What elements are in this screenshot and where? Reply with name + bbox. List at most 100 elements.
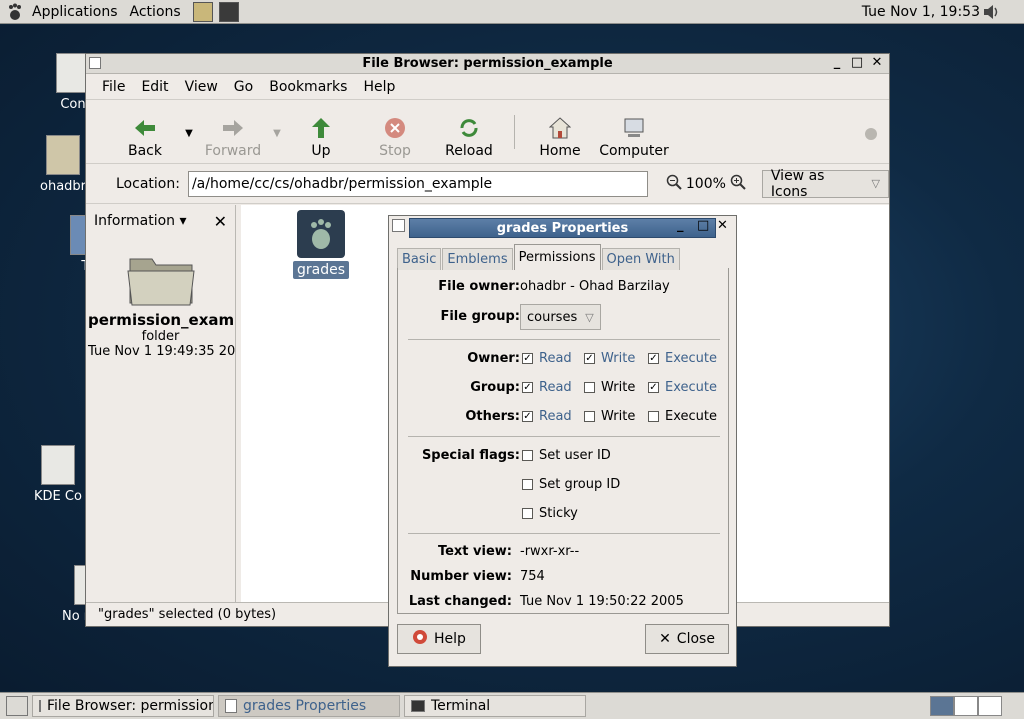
forward-history-dropdown[interactable]: ▼ — [270, 128, 284, 139]
workspace-2[interactable] — [954, 696, 978, 716]
minimize-icon[interactable]: _ — [677, 218, 693, 233]
window-title: File Browser: permission_example — [362, 56, 613, 71]
gnome-foot-file-icon — [297, 210, 345, 258]
forward-button[interactable]: Forward — [196, 117, 270, 159]
window-menu-icon[interactable] — [89, 57, 101, 69]
workspace-1[interactable] — [930, 696, 954, 716]
separator — [408, 436, 720, 437]
terminal-launcher-icon[interactable] — [218, 1, 239, 22]
zoom-in-icon[interactable] — [730, 174, 746, 194]
menu-help[interactable]: Help — [355, 79, 403, 95]
properties-dialog: grades Properties _ □ ✕ Basic Emblems Pe… — [388, 215, 737, 667]
menu-go[interactable]: Go — [226, 79, 261, 95]
computer-button[interactable]: Computer — [597, 117, 671, 159]
menu-bookmarks[interactable]: Bookmarks — [261, 79, 355, 95]
stop-button[interactable]: Stop — [358, 117, 432, 159]
menu-file[interactable]: File — [94, 79, 133, 95]
zoom-control: 100% — [666, 174, 746, 194]
close-icon[interactable]: ✕ — [869, 55, 885, 71]
view-as-select[interactable]: View as Icons ▽ — [761, 168, 889, 200]
owner-write-checkbox[interactable]: ✓ Write — [584, 351, 635, 366]
set-group-id-checkbox[interactable]: Set group ID — [522, 477, 620, 492]
reload-button[interactable]: Reload — [432, 117, 506, 159]
panel-clock[interactable]: Tue Nov 1, 19:53 — [862, 0, 980, 24]
bottom-panel: File Browser: permission grades Properti… — [0, 692, 1024, 719]
file-item-grades[interactable]: grades — [293, 210, 350, 279]
tab-open-with[interactable]: Open With — [601, 248, 680, 270]
task-file-browser[interactable]: File Browser: permission — [32, 695, 214, 717]
show-desktop-icon[interactable] — [6, 696, 28, 716]
side-pane: Information ▾ ✕ permission_exam folder T… — [86, 205, 236, 602]
workspace-switcher[interactable] — [930, 696, 1002, 716]
file-owner-label: File owner: — [438, 279, 520, 294]
others-execute-checkbox[interactable]: Execute — [648, 409, 717, 424]
home-folder-icon — [46, 135, 80, 175]
owner-execute-checkbox[interactable]: ✓ Execute — [648, 351, 717, 366]
help-button[interactable]: Help — [397, 624, 481, 654]
tab-basic[interactable]: Basic — [397, 248, 442, 270]
applications-menu[interactable]: Applications — [26, 0, 124, 24]
separator — [408, 533, 720, 534]
zoom-level[interactable]: 100% — [686, 176, 726, 192]
close-side-pane-icon[interactable]: ✕ — [214, 212, 227, 231]
menu-edit[interactable]: Edit — [133, 79, 176, 95]
tab-permissions[interactable]: Permissions — [513, 244, 601, 270]
home-button[interactable]: Home — [523, 117, 597, 159]
permissions-panel: File owner: ohadbr - Ohad Barzilay File … — [397, 268, 729, 614]
others-write-checkbox[interactable]: Write — [584, 409, 635, 424]
group-execute-checkbox[interactable]: ✓ Execute — [648, 380, 717, 395]
up-button[interactable]: Up — [284, 117, 358, 159]
side-pane-name: permission_exam — [88, 311, 235, 329]
text-view-label: Text view: — [437, 544, 512, 559]
dialog-title: grades Properties — [496, 220, 629, 236]
actions-menu[interactable]: Actions — [124, 0, 187, 24]
file-cabinet-launcher-icon[interactable] — [192, 1, 213, 22]
file-group-label: File group: — [440, 309, 520, 324]
menu-view[interactable]: View — [177, 79, 226, 95]
group-write-checkbox[interactable]: Write — [584, 380, 635, 395]
special-flags-label: Special flags: — [421, 448, 520, 463]
chevron-down-icon: ▽ — [585, 310, 594, 324]
back-history-dropdown[interactable]: ▼ — [182, 128, 196, 139]
workspace-3[interactable] — [978, 696, 1002, 716]
kde-doc-icon — [40, 445, 75, 485]
maximize-icon[interactable]: □ — [697, 218, 713, 233]
separator — [408, 339, 720, 340]
tab-emblems[interactable]: Emblems — [442, 248, 513, 270]
computer-icon — [623, 117, 645, 139]
toolbar-separator — [514, 115, 515, 149]
volume-icon[interactable] — [982, 3, 1000, 21]
task-grades-properties[interactable]: grades Properties — [218, 695, 400, 717]
window-menu-icon[interactable] — [392, 219, 405, 232]
file-label: grades — [293, 261, 350, 279]
maximize-icon[interactable]: □ — [849, 55, 865, 71]
desktop-icon-kde[interactable]: KDE Co — [34, 445, 82, 504]
last-changed-label: Last changed: — [408, 594, 512, 609]
location-input[interactable] — [187, 170, 648, 197]
throbber-icon — [863, 126, 879, 142]
desktop-icon-home[interactable]: ohadbr — [40, 135, 86, 194]
zoom-out-icon[interactable] — [666, 174, 682, 194]
file-group-select[interactable]: courses ▽ — [520, 304, 601, 330]
task-terminal[interactable]: Terminal — [404, 695, 586, 717]
back-button[interactable]: Back — [108, 117, 182, 159]
others-read-checkbox[interactable]: ✓ Read — [522, 409, 572, 424]
folder-icon — [126, 251, 196, 307]
location-label: Location: — [116, 175, 180, 192]
text-view-value: -rwxr-xr-- — [520, 544, 580, 559]
folder-icon — [39, 700, 41, 712]
group-label: Group: — [470, 380, 520, 395]
close-button[interactable]: ✕ Close — [645, 624, 729, 654]
set-user-id-checkbox[interactable]: Set user ID — [522, 448, 611, 463]
file-browser-titlebar[interactable]: File Browser: permission_example _ □ ✕ — [86, 54, 889, 74]
minimize-icon[interactable]: _ — [829, 55, 845, 71]
side-pane-selector[interactable]: Information ▾ — [94, 213, 187, 229]
group-read-checkbox[interactable]: ✓ Read — [522, 380, 572, 395]
close-icon[interactable]: ✕ — [717, 218, 733, 233]
gnome-foot-icon[interactable] — [4, 1, 26, 23]
owner-read-checkbox[interactable]: ✓ Read — [522, 351, 572, 366]
last-changed-value: Tue Nov 1 19:50:22 2005 — [520, 594, 684, 609]
file-owner-value[interactable]: ohadbr - Ohad Barzilay — [520, 279, 670, 294]
properties-titlebar[interactable]: grades Properties — [409, 218, 716, 238]
sticky-checkbox[interactable]: Sticky — [522, 506, 578, 521]
